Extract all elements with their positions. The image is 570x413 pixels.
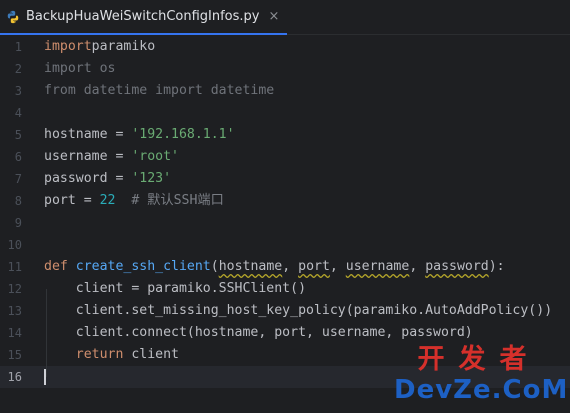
code-token: ): (488, 259, 505, 274)
code-token: client = paramiko.SSHClient() (44, 281, 307, 296)
tab-filename: BackupHuaWeiSwitchConfigInfos.py (26, 9, 260, 24)
code-line[interactable]: 3 from datetime import datetime (0, 80, 570, 102)
code-text: import os (44, 58, 115, 80)
code-token: # 默认SSH端口 (131, 193, 224, 208)
code-token: client (123, 347, 179, 362)
line-number: 16 (7, 370, 22, 384)
code-text: port = 22 # 默认SSH端口 (44, 190, 224, 212)
code-line[interactable]: 14 client.connect(hostname, port, userna… (0, 322, 570, 344)
close-icon[interactable]: × (268, 9, 279, 24)
code-line[interactable]: 1 importparamiko (0, 36, 570, 58)
code-token: port (298, 259, 330, 274)
code-token: hostname (218, 259, 283, 274)
line-number: 2 (14, 62, 22, 76)
code-line[interactable]: 8 port = 22 # 默认SSH端口 (0, 190, 570, 212)
code-token: return (44, 347, 124, 362)
code-token: paramiko (91, 39, 156, 54)
watermark-bottom-text: DevZe.CoM (394, 375, 569, 405)
line-number: 3 (14, 84, 22, 98)
code-line[interactable]: 2 import os (0, 58, 570, 80)
line-number: 12 (7, 282, 22, 296)
code-token: 22 (99, 193, 116, 208)
line-number: 8 (14, 194, 22, 208)
watermark-logo: 开发者 DevZe.CoM (394, 344, 569, 409)
code-token: username (345, 259, 410, 274)
code-text: hostname = '192.168.1.1' (44, 124, 235, 146)
code-token: '123' (131, 171, 172, 186)
code-token: port = (44, 193, 100, 208)
code-text: client.connect(hostname, port, username,… (44, 322, 473, 344)
code-token: create_ssh_client (75, 259, 211, 274)
code-text: client.set_missing_host_key_policy(param… (44, 300, 552, 322)
code-text: username = 'root' (44, 146, 179, 168)
code-text: password = '123' (44, 168, 171, 190)
editor-tab-bar: BackupHuaWeiSwitchConfigInfos.py × (0, 0, 570, 35)
code-token: def (44, 259, 76, 274)
code-line[interactable]: 9 (0, 212, 570, 234)
code-text: client = paramiko.SSHClient() (44, 278, 306, 300)
code-text: importparamiko (44, 36, 155, 58)
line-number: 15 (7, 348, 22, 362)
code-token: client.connect(hostname, port, username,… (44, 325, 473, 340)
code-token: client.set_missing_host_key_policy(param… (44, 303, 553, 318)
code-token: 'root' (131, 149, 179, 164)
code-token: , (282, 259, 299, 274)
line-number: 11 (7, 260, 22, 274)
code-token: password (425, 259, 489, 274)
code-token: , (329, 259, 346, 274)
code-token: import (44, 39, 92, 54)
code-line[interactable]: 6 username = 'root' (0, 146, 570, 168)
code-token: username = (44, 149, 132, 164)
python-file-icon (7, 10, 19, 23)
code-line[interactable]: 10 (0, 234, 570, 256)
line-number: 6 (14, 150, 22, 164)
line-number: 10 (7, 238, 22, 252)
code-line[interactable]: 4 (0, 102, 570, 124)
line-number: 4 (14, 106, 22, 120)
line-number: 14 (7, 326, 22, 340)
code-token: hostname = (44, 127, 132, 142)
code-token: import os (44, 61, 116, 76)
code-token: from datetime import datetime (44, 83, 275, 98)
code-token: ( (210, 259, 219, 274)
code-token: , (409, 259, 426, 274)
line-number: 5 (14, 128, 22, 142)
code-line[interactable]: 7 password = '123' (0, 168, 570, 190)
line-number: 7 (14, 172, 22, 186)
code-line[interactable]: 13 client.set_missing_host_key_policy(pa… (0, 300, 570, 322)
code-line[interactable]: 12 client = paramiko.SSHClient() (0, 278, 570, 300)
code-text: return client (44, 344, 179, 366)
code-line[interactable]: 11 def create_ssh_client(hostname, port, … (0, 256, 570, 278)
indent-guide (46, 289, 47, 377)
code-token: password = (44, 171, 132, 186)
line-number: 1 (14, 40, 22, 54)
code-text: from datetime import datetime (44, 80, 274, 102)
code-text: def create_ssh_client(hostname, port, us… (44, 256, 505, 278)
code-line[interactable]: 5 hostname = '192.168.1.1' (0, 124, 570, 146)
file-tab[interactable]: BackupHuaWeiSwitchConfigInfos.py × (0, 0, 288, 35)
line-number: 9 (14, 216, 22, 230)
code-token: '192.168.1.1' (131, 127, 235, 142)
watermark-top-text: 开发者 (417, 344, 541, 375)
line-number: 13 (7, 304, 22, 318)
